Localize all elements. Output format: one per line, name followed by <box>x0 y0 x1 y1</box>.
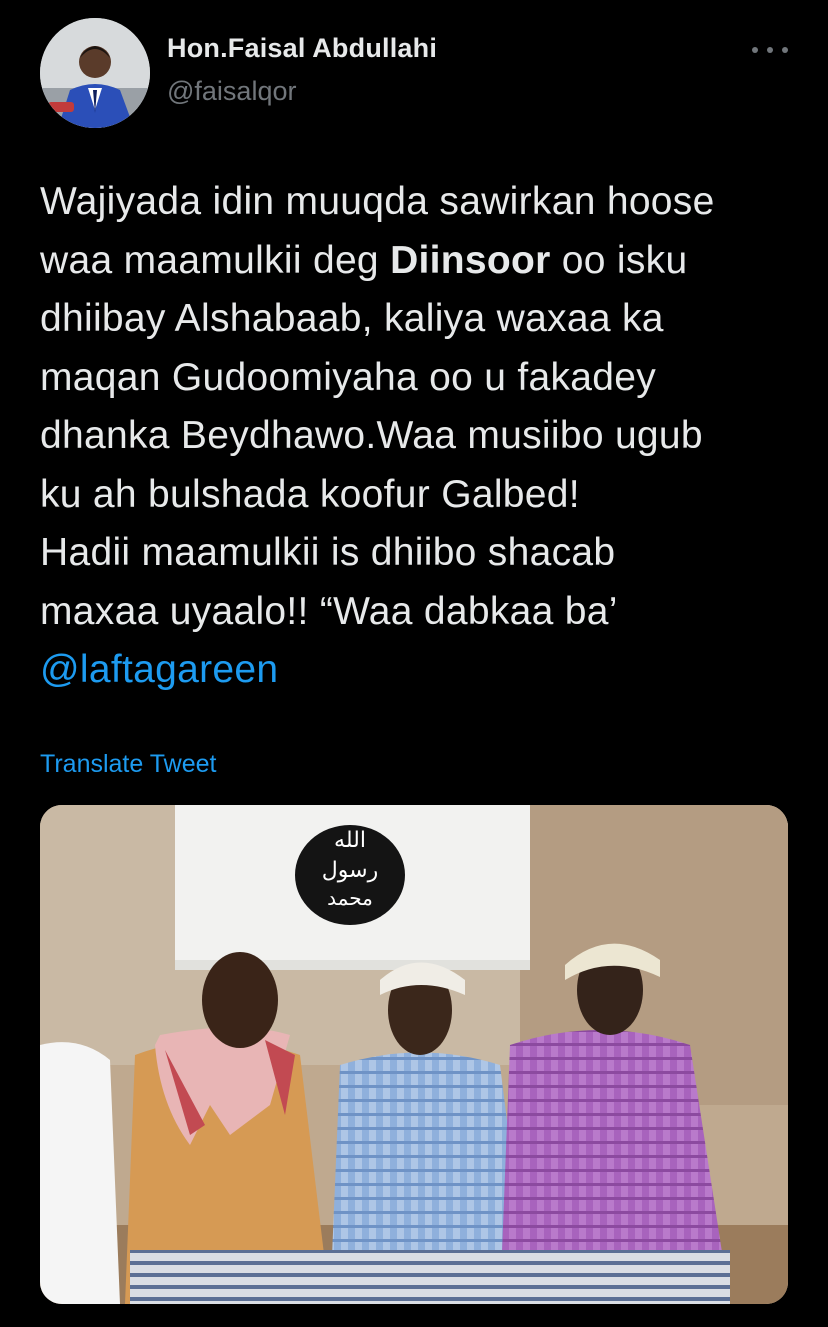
tweet-text: Wajiyada idin muuqda sawirkan hoose waa … <box>40 173 800 700</box>
more-horizontal-icon <box>782 47 788 53</box>
author-avatar[interactable] <box>40 18 150 128</box>
tweet-photo: الله رسول محمد <box>40 805 788 1304</box>
translate-tweet-link[interactable]: Translate Tweet <box>40 750 216 779</box>
tweet-text-bold: Diinsoor <box>390 238 551 282</box>
more-options-button[interactable] <box>752 40 788 60</box>
author-handle[interactable]: @faisalqor <box>167 76 296 107</box>
flag-text-2: رسول <box>322 858 378 883</box>
flag-text-1: الله <box>334 828 366 853</box>
tweet-text-part: oo isku dhiibay Alshabaab, kaliya waxaa … <box>40 238 703 633</box>
tweet-media[interactable]: الله رسول محمد <box>40 805 788 1304</box>
flag-text-3: محمد <box>327 886 373 910</box>
author-name[interactable]: Hon.Faisal Abdullahi <box>167 33 437 64</box>
tweet-header: Hon.Faisal Abdullahi @faisalqor <box>0 0 828 140</box>
mention-link[interactable]: @laftagareen <box>40 648 278 691</box>
avatar-image <box>40 18 150 128</box>
more-horizontal-icon <box>752 47 758 53</box>
more-horizontal-icon <box>767 47 773 53</box>
